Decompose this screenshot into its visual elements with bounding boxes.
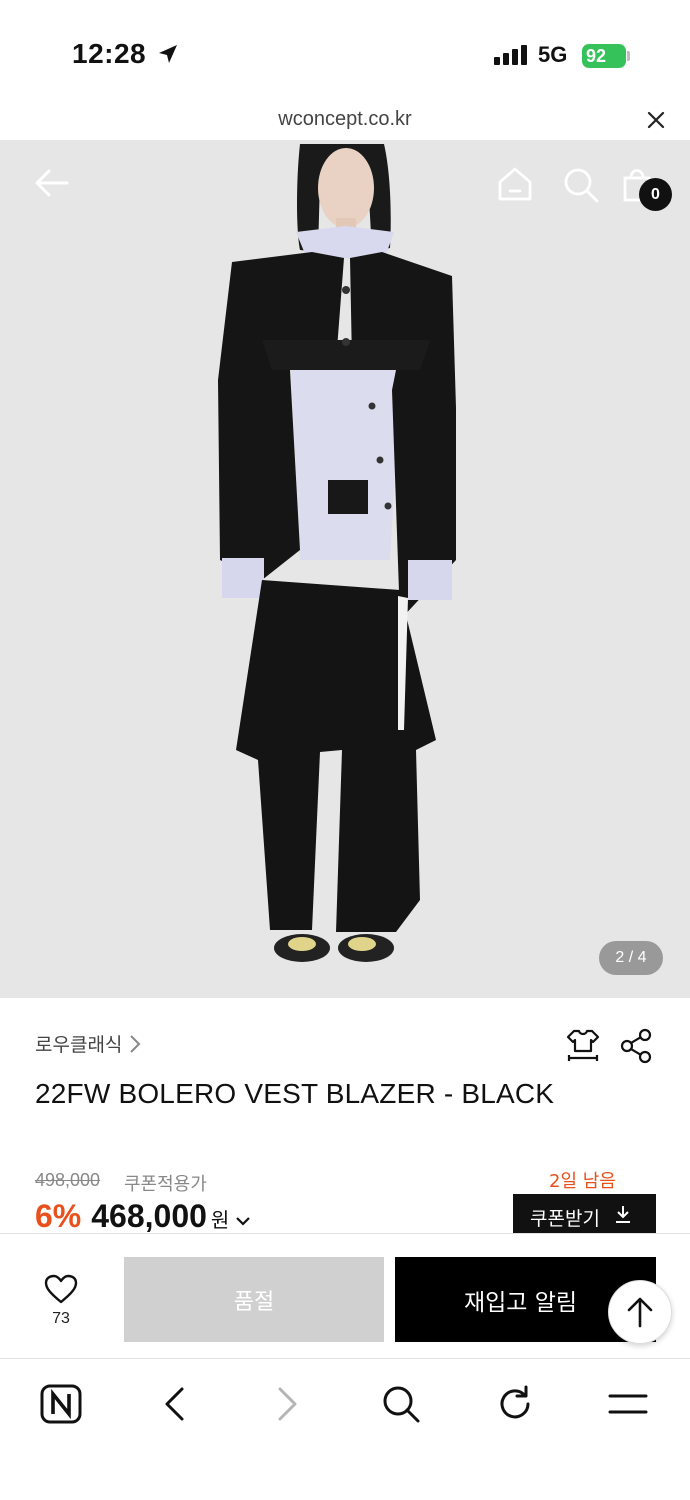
like-count: 73 (52, 1310, 70, 1327)
browser-reload-button[interactable] (493, 1382, 537, 1426)
like-button[interactable]: 73 (30, 1274, 92, 1328)
currency-label: 원 (210, 1208, 230, 1232)
location-arrow-icon (159, 45, 177, 63)
back-arrow-icon[interactable] (33, 168, 69, 198)
naver-home-button[interactable] (39, 1382, 83, 1426)
chevron-right-icon (130, 1034, 141, 1053)
purchase-action-bar: 73 품절 재입고 알림 (0, 1233, 690, 1359)
product-image-carousel[interactable] (0, 140, 690, 998)
chevron-down-icon[interactable] (235, 1215, 251, 1227)
image-pager: 2 / 4 (599, 941, 663, 975)
product-photo (218, 144, 456, 962)
heart-icon (44, 1274, 78, 1304)
browser-forward-button[interactable] (266, 1382, 310, 1426)
product-title: 22FW BOLERO VEST BLAZER - BLACK (35, 1078, 555, 1109)
menu-icon (608, 1394, 648, 1414)
size-guide-icon[interactable] (565, 1027, 601, 1065)
naver-icon (40, 1384, 82, 1424)
status-bar: 12:28 5G 92 (0, 0, 690, 100)
battery-indicator: 92 (582, 44, 626, 68)
discount-rate: 6% (35, 1198, 82, 1234)
reload-icon (500, 1385, 530, 1419)
brand-name: 로우클래식 (35, 1034, 123, 1056)
browser-menu-button[interactable] (606, 1382, 650, 1426)
coupon-price-label: 쿠폰적용가 (124, 1174, 207, 1195)
browser-toolbar (0, 1360, 690, 1500)
soldout-button[interactable]: 품절 (124, 1257, 384, 1342)
url-bar: wconcept.co.kr (0, 100, 690, 140)
price-row[interactable]: 6% 468,000 원 (35, 1198, 251, 1234)
arrow-up-icon (627, 1297, 653, 1328)
browser-search-button[interactable] (379, 1382, 423, 1426)
home-icon[interactable] (496, 166, 534, 202)
url-text[interactable]: wconcept.co.kr (0, 108, 690, 131)
original-price: 498,000 (35, 1170, 101, 1190)
chevron-right-icon (278, 1387, 297, 1421)
network-type: 5G (538, 42, 568, 67)
search-icon (383, 1386, 420, 1423)
coupon-download-button[interactable]: 쿠폰받기 (513, 1194, 656, 1234)
brand-link[interactable]: 로우클래식 (35, 1030, 142, 1057)
battery-cap (627, 51, 630, 61)
chevron-left-icon (165, 1387, 184, 1421)
search-icon[interactable] (562, 166, 600, 204)
download-icon (615, 1206, 630, 1223)
close-icon[interactable] (644, 108, 668, 132)
status-time: 12:28 (72, 38, 147, 69)
battery-level: 92 (586, 46, 607, 66)
browser-back-button[interactable] (152, 1382, 196, 1426)
scroll-top-button[interactable] (608, 1280, 672, 1344)
coupon-button-label: 쿠폰받기 (530, 1208, 600, 1230)
cart-count-badge[interactable]: 0 (639, 178, 672, 211)
sale-price: 468,000 (91, 1198, 207, 1234)
coupon-days-left: 2일 남음 (549, 1171, 616, 1192)
cellular-signal-icon (494, 45, 527, 65)
share-icon[interactable] (619, 1027, 653, 1065)
